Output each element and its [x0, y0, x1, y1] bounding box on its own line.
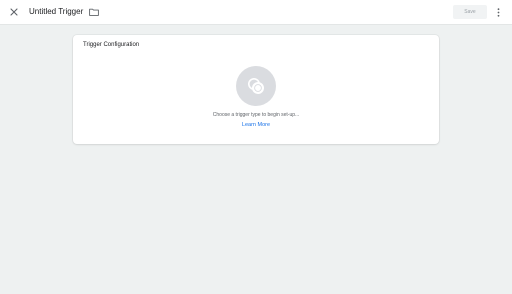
learn-more-link[interactable]: Learn More — [73, 122, 439, 128]
save-button[interactable]: Save — [453, 5, 487, 19]
choose-trigger-type-button[interactable] — [236, 66, 276, 106]
more-vert-icon[interactable] — [494, 6, 502, 18]
trigger-configuration-card: Trigger Configuration Choose a trigger t… — [73, 35, 439, 144]
trigger-type-icon — [248, 78, 264, 94]
folder-icon[interactable] — [88, 7, 99, 17]
top-bar: Untitled Trigger Save — [0, 0, 512, 25]
close-icon[interactable] — [8, 6, 20, 18]
choose-trigger-prompt: Choose a trigger type to begin set-up... — [212, 112, 300, 118]
card-title: Trigger Configuration — [83, 42, 140, 48]
trigger-name[interactable]: Untitled Trigger — [29, 7, 83, 16]
